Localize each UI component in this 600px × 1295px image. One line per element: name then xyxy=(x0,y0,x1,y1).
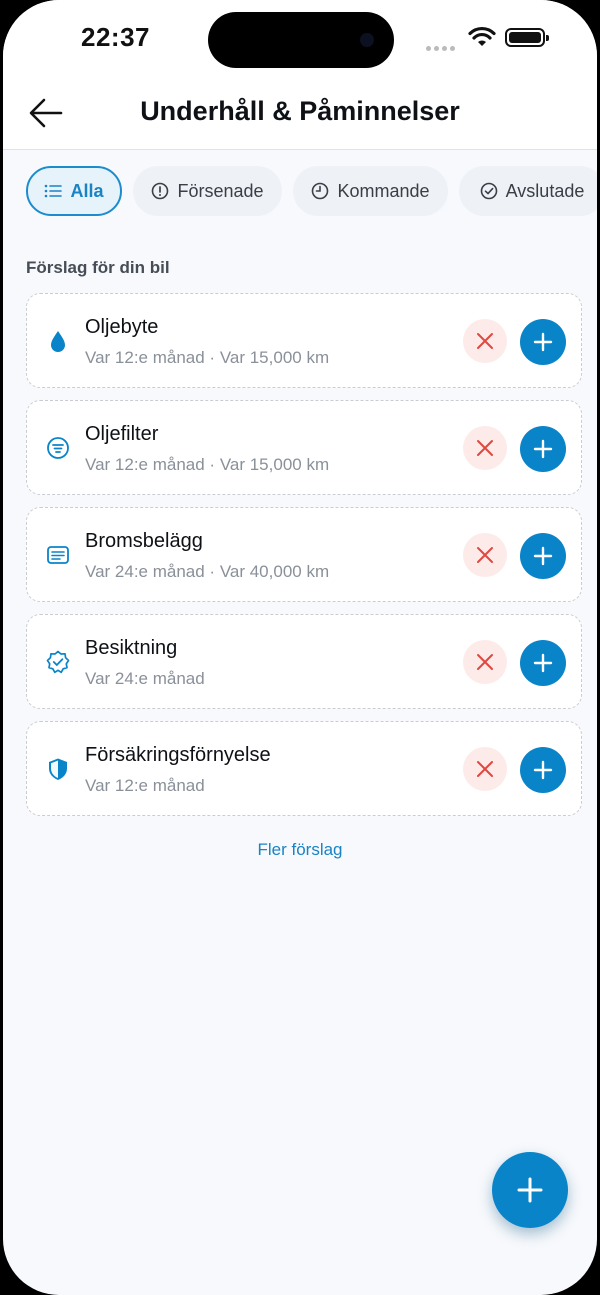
suggestion-card: Besiktning Var 24:e månad xyxy=(26,614,582,709)
alert-circle-icon xyxy=(152,182,169,200)
suggestion-card: Bromsbelägg Var 24:e månad · Var 40,000 … xyxy=(26,507,582,602)
suggestion-name: Oljebyte xyxy=(85,316,159,338)
suggestion-interval: Var 12:e månad · Var 15,000 km xyxy=(85,455,330,474)
suggestion-interval: Var 12:e månad · Var 15,000 km xyxy=(85,348,330,367)
status-time: 22:37 xyxy=(81,22,150,52)
shield-icon xyxy=(49,758,67,780)
dynamic-island xyxy=(208,12,394,68)
dismiss-button[interactable] xyxy=(463,640,507,684)
add-button[interactable] xyxy=(520,533,566,579)
close-icon xyxy=(477,333,493,349)
close-icon xyxy=(477,761,493,777)
screen: 22:37 Underhåll & Påminnelser Alla Förse… xyxy=(3,0,597,1295)
add-button[interactable] xyxy=(520,426,566,472)
filter-chip-label: Avslutade xyxy=(505,180,585,201)
header: Underhåll & Påminnelser xyxy=(3,80,597,150)
plus-icon xyxy=(533,546,553,566)
suggestion-name: Besiktning xyxy=(85,637,178,659)
suggestion-card: Försäkringsförnyelse Var 12:e månad xyxy=(26,721,582,816)
status-bar: 22:37 xyxy=(3,0,597,80)
battery-icon xyxy=(505,28,549,47)
dismiss-button[interactable] xyxy=(463,426,507,470)
dismiss-button[interactable] xyxy=(463,747,507,791)
add-button[interactable] xyxy=(520,747,566,793)
suggestion-name: Försäkringsförnyelse xyxy=(85,744,271,766)
filter-chip-label: Försenade xyxy=(177,180,264,201)
plus-icon xyxy=(533,439,553,459)
check-circle-icon xyxy=(480,182,497,200)
phone-frame: 22:37 Underhåll & Påminnelser Alla Förse… xyxy=(0,0,600,1295)
filter-chip-label: Kommande xyxy=(337,180,430,201)
plus-icon xyxy=(533,653,553,673)
suggestion-interval: Var 12:e månad xyxy=(85,776,205,795)
close-icon xyxy=(477,654,493,670)
droplet-icon xyxy=(51,331,65,352)
section-label: Förslag för din bil xyxy=(26,258,170,277)
clock-icon xyxy=(312,182,329,200)
plus-icon xyxy=(517,1177,543,1203)
verified-badge-icon xyxy=(46,650,70,674)
plus-icon xyxy=(533,760,553,780)
dismiss-button[interactable] xyxy=(463,319,507,363)
close-icon xyxy=(477,440,493,456)
filter-chip-forsenade[interactable]: Försenade xyxy=(133,166,282,216)
suggestion-name: Oljefilter xyxy=(85,423,159,445)
dismiss-button[interactable] xyxy=(463,533,507,577)
filter-chip-kommande[interactable]: Kommande xyxy=(293,166,448,216)
add-button[interactable] xyxy=(520,319,566,365)
brake-pad-icon xyxy=(47,546,69,564)
filter-chip-label: Alla xyxy=(70,180,104,201)
filter-icon xyxy=(47,437,69,459)
suggestion-interval: Var 24:e månad · Var 40,000 km xyxy=(85,562,330,581)
filter-chip-avslutade[interactable]: Avslutade xyxy=(459,166,597,216)
close-icon xyxy=(477,547,493,563)
cellular-signal-icon xyxy=(426,38,458,56)
camera-icon xyxy=(360,33,374,47)
list-icon xyxy=(45,184,63,198)
filter-chip-alla[interactable]: Alla xyxy=(26,166,122,216)
suggestion-card: Oljefilter Var 12:e månad · Var 15,000 k… xyxy=(26,400,582,495)
add-button[interactable] xyxy=(520,640,566,686)
page-title: Underhåll & Påminnelser xyxy=(140,96,460,126)
suggestion-name: Bromsbelägg xyxy=(85,530,203,552)
wifi-icon xyxy=(468,26,496,46)
add-reminder-fab[interactable] xyxy=(492,1152,568,1228)
plus-icon xyxy=(533,332,553,352)
more-suggestions-link[interactable]: Fler förslag xyxy=(3,840,597,860)
suggestion-card: Oljebyte Var 12:e månad · Var 15,000 km xyxy=(26,293,582,388)
suggestion-interval: Var 24:e månad xyxy=(85,669,205,688)
